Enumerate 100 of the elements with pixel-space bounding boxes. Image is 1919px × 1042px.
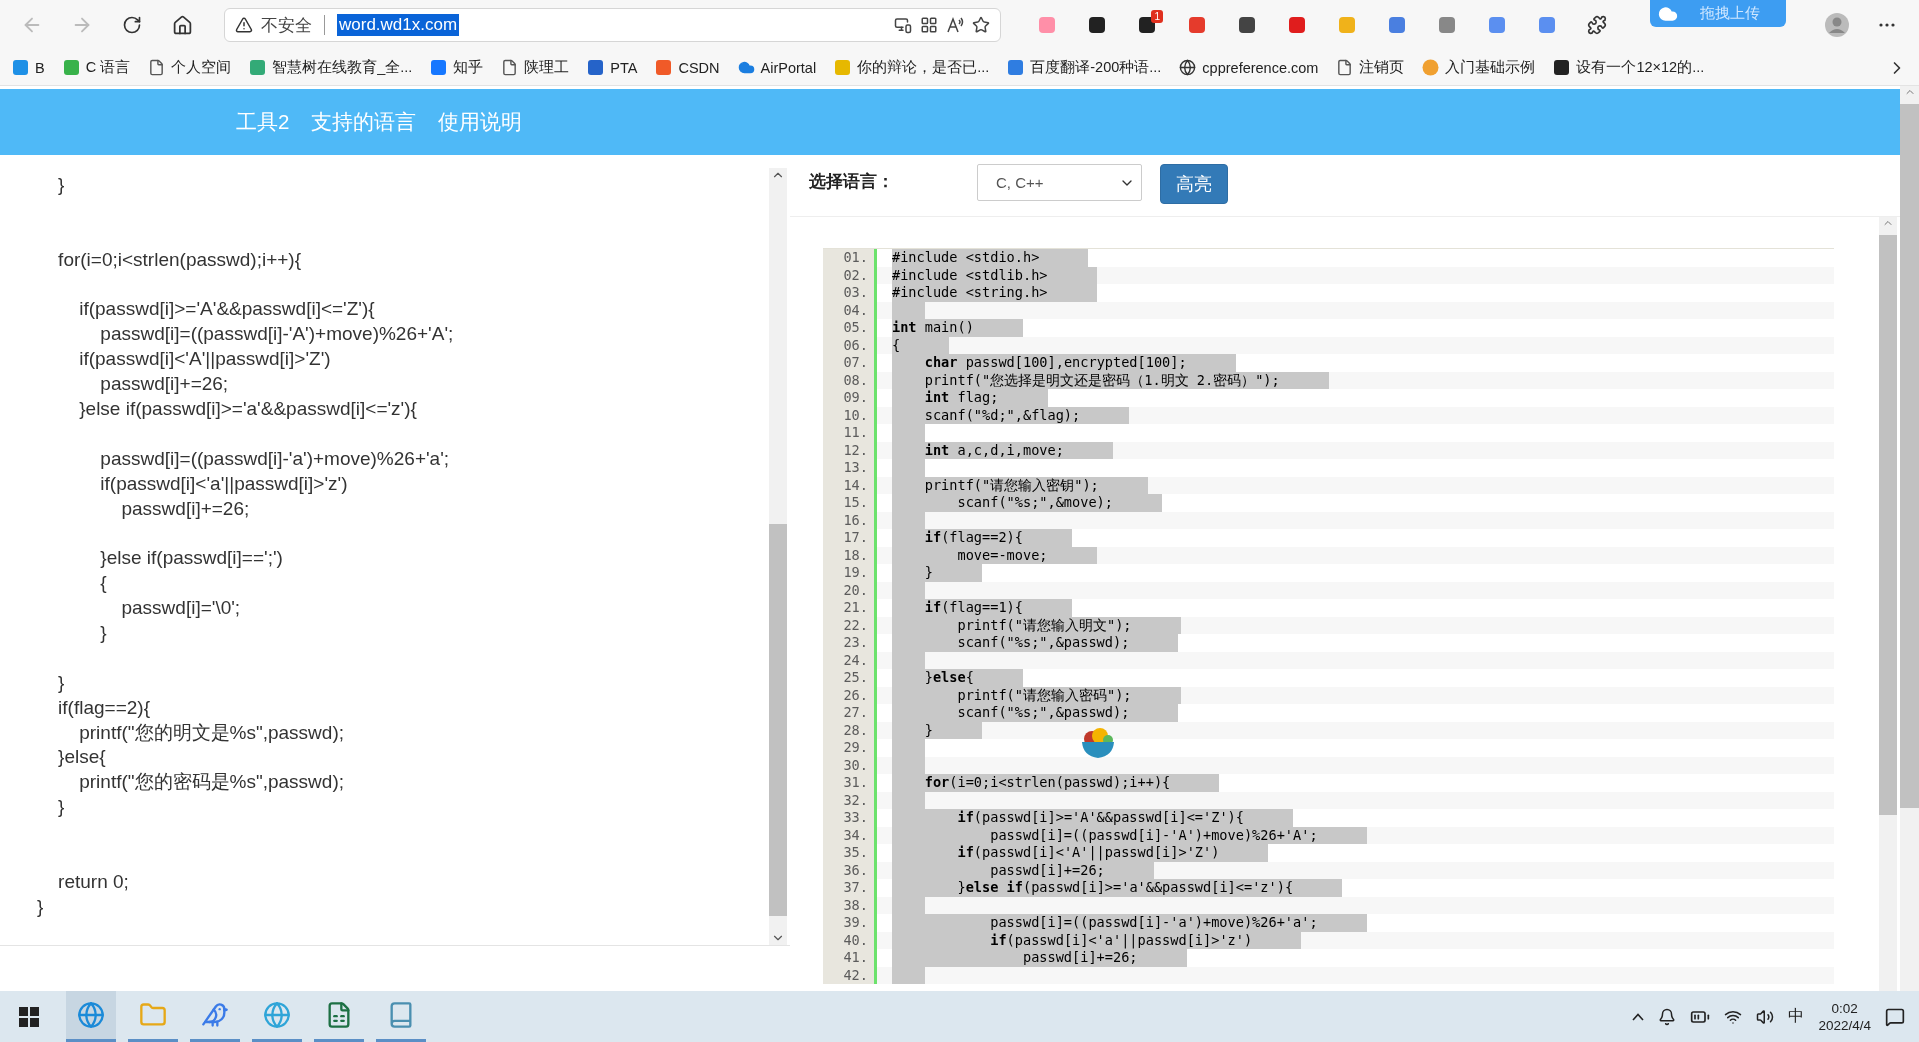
line-number: 17.	[823, 529, 877, 547]
bookmark-link[interactable]: CSDN	[655, 59, 720, 76]
line-number: 41.	[823, 949, 877, 967]
language-select[interactable]: C, C++	[977, 164, 1142, 201]
square-icon	[1007, 59, 1025, 76]
windows-icon	[19, 1006, 39, 1027]
line-number: 27.	[823, 704, 877, 722]
extension-icon	[1537, 15, 1557, 35]
line-number: 01.	[823, 249, 877, 267]
square-icon	[655, 59, 673, 76]
code-line: }	[99, 621, 108, 646]
bookmark-link[interactable]: AirPortal	[737, 59, 817, 76]
page-scrollbar[interactable]	[1900, 86, 1919, 991]
devices-icon	[894, 16, 912, 34]
square-icon	[1553, 59, 1571, 76]
bookmark-link[interactable]: B	[12, 59, 45, 76]
taskbar-app[interactable]	[66, 991, 116, 1042]
favorite-icon	[972, 16, 990, 34]
line-number: 09.	[823, 389, 877, 407]
bookmark-link[interactable]: 知乎	[430, 58, 484, 77]
line-number: 07.	[823, 354, 877, 372]
scrollbar[interactable]	[1879, 217, 1897, 991]
extension-icon	[1187, 15, 1207, 35]
line-number: 11.	[823, 424, 877, 442]
bookmark-link[interactable]: 注销页	[1336, 58, 1405, 77]
highlight-button[interactable]: 高亮	[1160, 164, 1228, 204]
line-number: 15.	[823, 494, 877, 512]
code-line: if(passwd[i]<'A'||passwd[i]>'Z')	[78, 347, 332, 372]
code-line: passwd[i]+=26;	[99, 372, 230, 397]
security-label: 不安全	[261, 14, 312, 37]
code-editor[interactable]	[0, 168, 790, 946]
bookmark-link[interactable]: 个人空间	[148, 58, 232, 77]
file-icon	[501, 59, 519, 76]
bookmark-link[interactable]: 百度翻译-200种语...	[1007, 58, 1162, 77]
code-line: passwd[i]=((passwd[i]-'a')+move)%26+'a';	[99, 446, 451, 471]
bookmark-link[interactable]: 你的辩论，是否已...	[834, 58, 990, 77]
clock[interactable]: 0:02 2022/4/4	[1818, 999, 1871, 1034]
line-number: 35.	[823, 844, 877, 862]
address-bar[interactable]: 不安全 word.wd1x.com	[224, 8, 1001, 42]
square-icon	[249, 59, 267, 76]
input-method-label[interactable]: 中	[1788, 1006, 1805, 1027]
code-line: }	[57, 173, 66, 197]
bookmark-link[interactable]: PTA	[587, 59, 638, 76]
extension-button[interactable]: 1	[1125, 7, 1169, 43]
file-icon	[1336, 59, 1354, 76]
puzzle-icon	[1587, 15, 1607, 35]
folder-icon	[139, 1001, 167, 1029]
warning-icon	[235, 16, 253, 34]
bookmark-link[interactable]: 陕理工	[501, 58, 570, 77]
page-scrollbar-thumb[interactable]	[1900, 104, 1919, 808]
line-number: 39.	[823, 914, 877, 932]
square-icon	[834, 59, 852, 76]
file-icon	[148, 59, 166, 76]
more-icon	[1879, 23, 1895, 27]
extension-icon	[1387, 15, 1407, 35]
code-line: if(passwd[i]<'a'||passwd[i]>'z')	[99, 471, 349, 496]
globe-icon	[1179, 59, 1197, 76]
home-icon	[171, 14, 193, 36]
line-number: 37.	[823, 879, 877, 897]
code-line: }else if(passwd[i]>='a'&&passwd[i]<='z'){	[78, 397, 418, 421]
fruit-bowl-icon	[1080, 725, 1116, 761]
apps-icon	[920, 16, 938, 34]
extension-icon	[1137, 15, 1157, 35]
line-number: 31.	[823, 774, 877, 792]
line-number: 29.	[823, 739, 877, 757]
notification-badge: 1	[1151, 10, 1163, 23]
bookmark-link[interactable]: 智慧树在线教育_全...	[249, 58, 413, 77]
scrollbar-thumb[interactable]	[769, 524, 787, 916]
cloud-icon	[737, 59, 755, 76]
globe-icon	[77, 1001, 105, 1029]
bookmark-link[interactable]: C 语言	[62, 58, 131, 77]
extension-icon	[1087, 15, 1107, 35]
volume-icon	[1756, 1007, 1775, 1026]
code-line: if(passwd[i]>='A'&&passwd[i]<='Z'){	[78, 297, 376, 322]
notification-icon	[1885, 1006, 1905, 1027]
scrollbar[interactable]	[769, 168, 787, 945]
language-label: 选择语言：	[809, 171, 895, 193]
read-aloud-icon	[946, 16, 964, 34]
bookmark-link[interactable]: 设有一个12×12的...	[1553, 58, 1705, 77]
line-number: 25.	[823, 669, 877, 687]
bookmark-link[interactable]: 入门基础示例	[1422, 58, 1536, 77]
code-line: passwd[i]='\0';	[120, 596, 242, 621]
code-line: printf("您的密码是%s",passwd);	[78, 770, 345, 795]
line-number: 23.	[823, 634, 877, 652]
code-line: if(flag==2){	[57, 695, 151, 720]
code-line: return 0;	[57, 869, 130, 894]
url-text: word.wd1x.com	[337, 14, 460, 36]
square-icon	[62, 59, 80, 76]
code-line: {	[99, 571, 108, 596]
square-icon	[430, 59, 448, 76]
bookmark-link[interactable]: cppreference.com	[1179, 59, 1319, 76]
extension-icon	[1037, 15, 1057, 35]
code-line: printf("您的明文是%s",passwd);	[78, 720, 345, 745]
code-line: for(i=0;i<strlen(passwd);i++){	[57, 247, 302, 272]
scrollbar-thumb[interactable]	[1879, 235, 1897, 815]
line-number: 19.	[823, 564, 877, 582]
extension-icon	[1337, 15, 1357, 35]
extension-icon	[1287, 15, 1307, 35]
circle-icon	[1422, 59, 1440, 76]
extension-icon	[1237, 15, 1257, 35]
